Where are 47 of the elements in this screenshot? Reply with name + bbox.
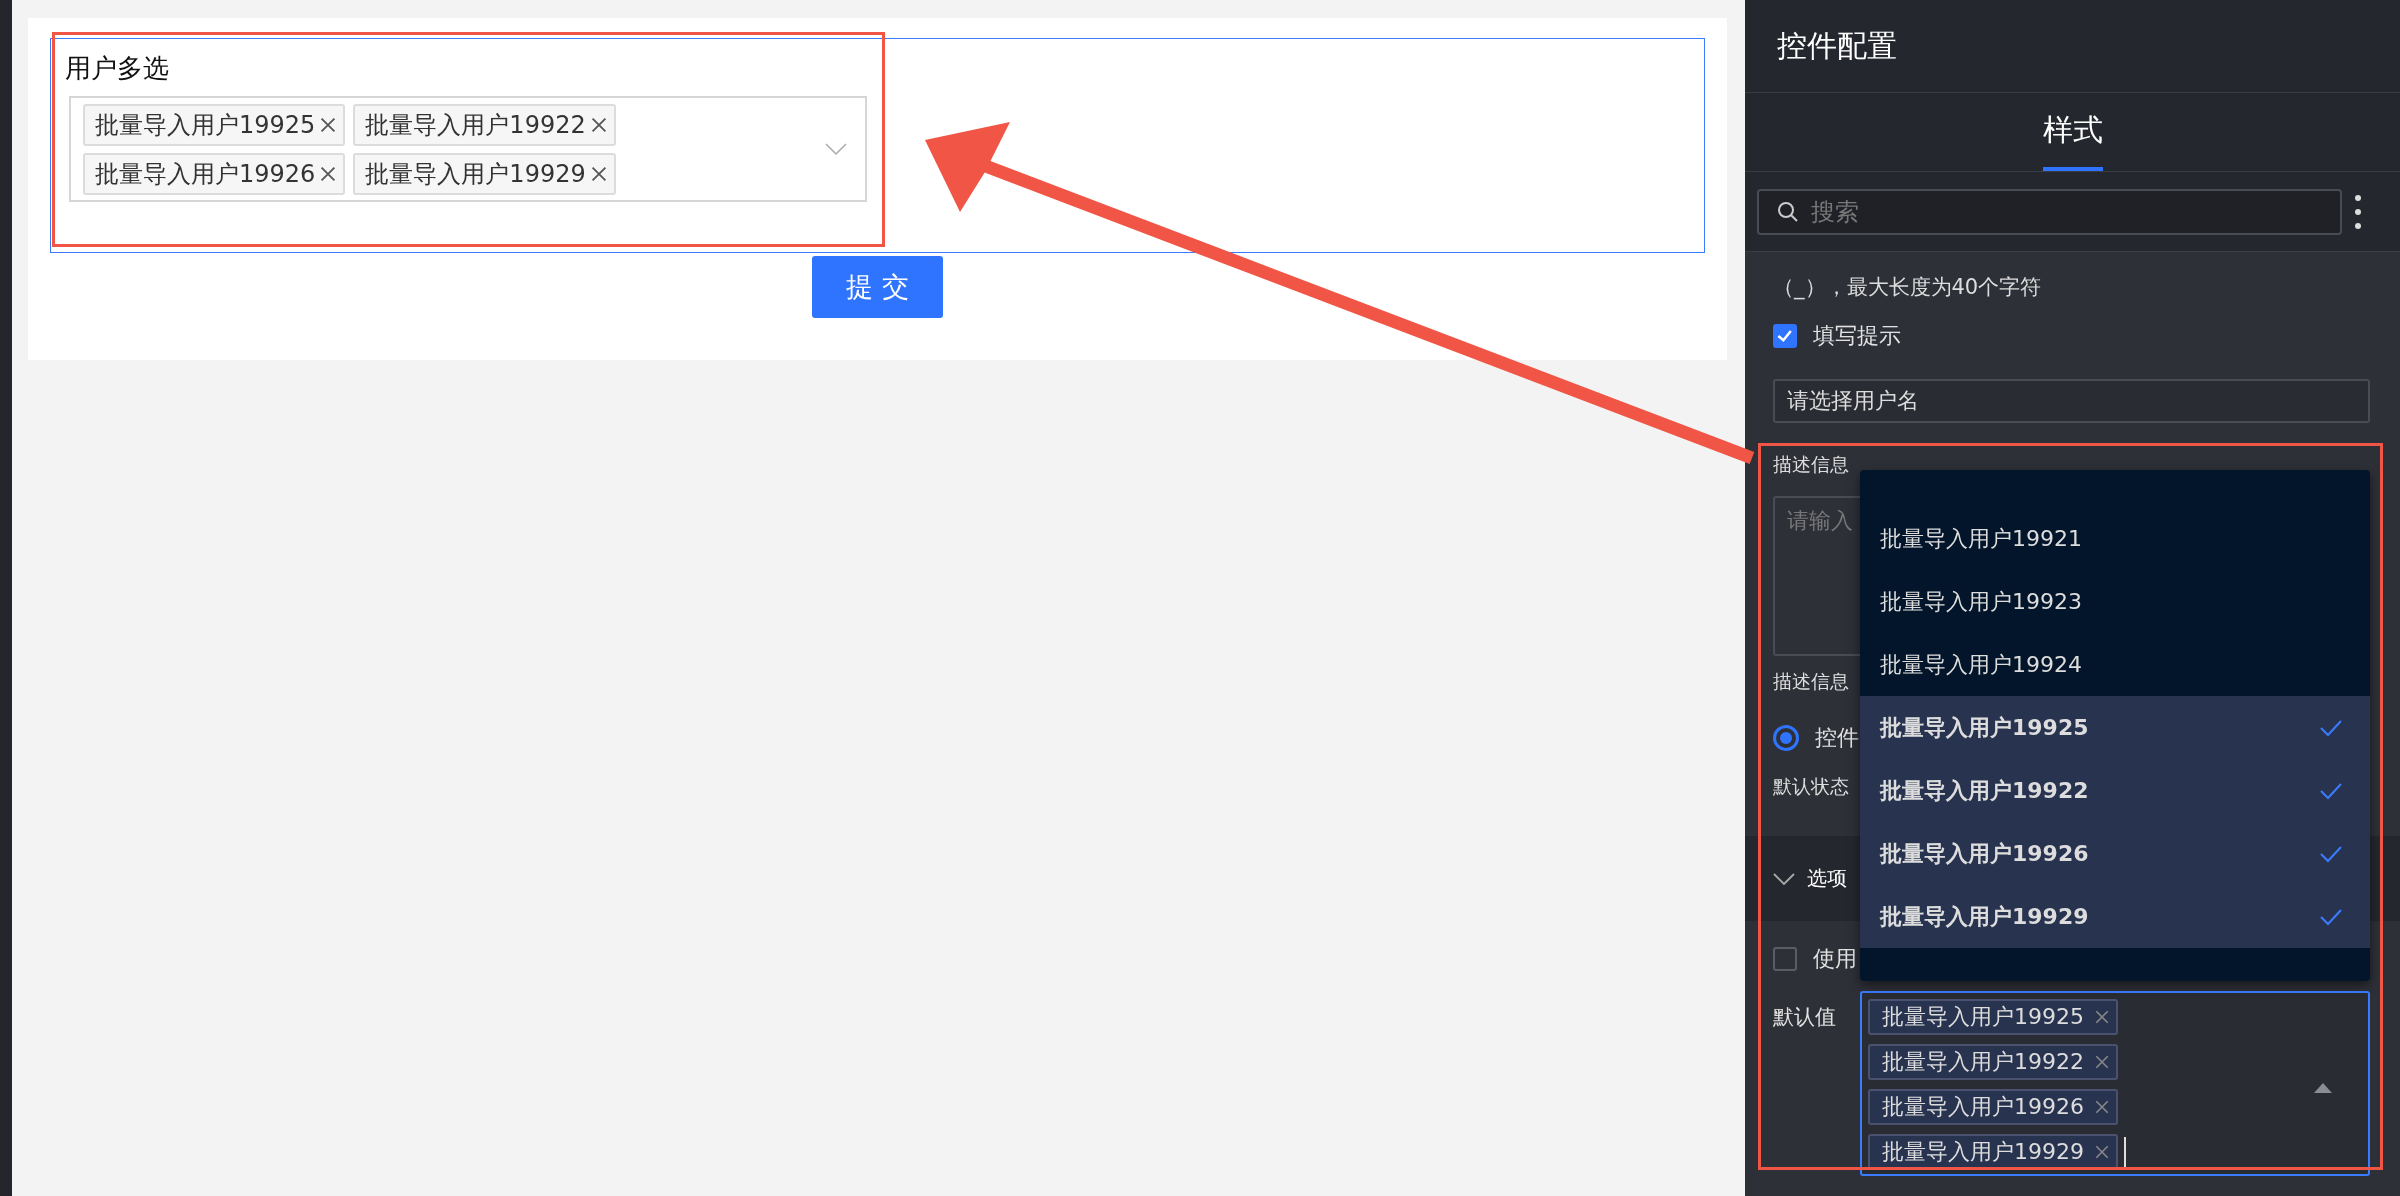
checkbox[interactable] xyxy=(1773,324,1797,348)
user-tag: 批量导入用户19926 xyxy=(1868,1089,2118,1125)
dropdown-option[interactable]: 批量导入用户19921 xyxy=(1860,507,2370,570)
dropdown-option[interactable]: 批量导入用户19922 xyxy=(1860,759,2370,822)
close-icon[interactable] xyxy=(589,115,608,134)
search-icon xyxy=(1777,200,1799,223)
user-tag: 批量导入用户19925 xyxy=(83,103,346,146)
close-icon[interactable] xyxy=(2094,1054,2110,1070)
dropdown-option[interactable]: 批量导入用户19924 xyxy=(1860,633,2370,696)
panel-title: 控件配置 xyxy=(1777,26,1897,65)
help-text: （_），最大长度为40个字符 xyxy=(1773,274,2043,302)
check-icon xyxy=(2320,844,2342,863)
user-tag: 批量导入用户19922 xyxy=(353,103,616,146)
close-icon[interactable] xyxy=(319,115,338,134)
dropdown-option[interactable]: 批量导入用户19923 xyxy=(1860,570,2370,633)
default-value-select[interactable]: 批量导入用户19925 批量导入用户19922 批量导入用户19926 批量导入用户19929 xyxy=(1860,991,2370,1176)
user-tag: 批量导入用户19929 xyxy=(353,152,616,195)
checkbox-label: 使用 xyxy=(1813,945,1857,973)
field-label: 描述信息 xyxy=(1773,453,1849,475)
checkbox[interactable] xyxy=(1773,947,1797,971)
check-icon xyxy=(2320,718,2342,737)
close-icon[interactable] xyxy=(319,164,338,183)
radio-button[interactable] xyxy=(1773,725,1799,751)
field-label: 用户多选 xyxy=(65,52,170,85)
dropdown-option[interactable]: 批量导入用户19926 xyxy=(1860,822,2370,885)
hint-input[interactable]: 请选择用户名 xyxy=(1773,379,2370,423)
user-tag: 批量导入用户19925 xyxy=(1868,999,2118,1035)
close-icon[interactable] xyxy=(2094,1099,2110,1115)
dropdown-option[interactable]: 批量导入用户19929 xyxy=(1860,885,2370,948)
field-label: 默认值 xyxy=(1773,1005,1836,1029)
close-icon[interactable] xyxy=(2094,1009,2110,1025)
search-field[interactable]: 搜索 xyxy=(1757,188,2342,235)
field-label: 描述信息 xyxy=(1773,670,1849,692)
close-icon[interactable] xyxy=(589,164,608,183)
chevron-down-icon xyxy=(825,142,847,156)
user-tag: 批量导入用户19922 xyxy=(1868,1044,2118,1080)
user-tag: 批量导入用户19926 xyxy=(83,152,346,195)
multi-select[interactable]: 批量导入用户19925 批量导入用户19922 批量导入用户19926 批量导入用户19929 xyxy=(69,96,867,202)
dropdown-option[interactable]: 批量导入用户19925 xyxy=(1860,696,2370,759)
check-icon xyxy=(2320,907,2342,926)
radio-label: 控件 xyxy=(1815,724,1859,752)
checkbox-label: 填写提示 xyxy=(1813,322,1901,350)
field-label: 默认状态 xyxy=(1773,775,1849,797)
submit-button[interactable]: 提 交 xyxy=(812,256,943,318)
user-tag: 批量导入用户19929 xyxy=(1868,1134,2118,1170)
close-icon[interactable] xyxy=(2094,1144,2110,1160)
check-icon xyxy=(2320,781,2342,800)
